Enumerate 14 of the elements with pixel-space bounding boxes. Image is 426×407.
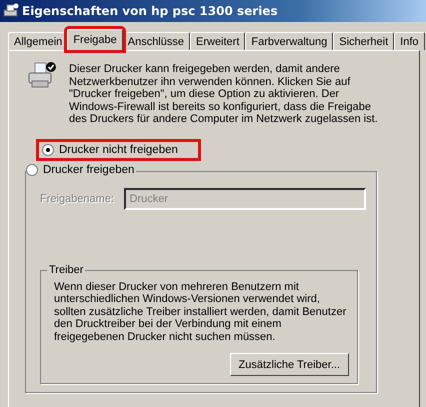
drivers-description: Wenn dieser Drucker von mehreren Benutzern mit unterschiedlichen Windows-Versionen verwendet wird, sollten zusätzliche Treiber installiert werden, damit Benutzer den Drucktreiber bei der Verbindung mit einem freigegebenen Drucker nicht suchen müssen. [54,280,348,343]
group-title: Treiber [47,264,86,276]
tab[interactable]: Sicherheit [333,32,394,50]
tab[interactable]: Farbverwaltung [245,32,334,50]
share-name-label: Freigabename: [40,192,115,204]
additional-drivers-button[interactable]: Zusätzliche Treiber... [230,353,349,376]
radio-option[interactable]: Drucker freigeben [26,164,136,176]
printer-icon [3,3,19,19]
sharing-description: Dieser Drucker kann freigegeben werden, damit andere Netzwerkbenutzer ihn verwenden können. Klicken Sie auf "Drucker freigeben", um diese Option zu aktivieren. Der Windows-Firewall ist bereits so konfiguriert, dass die Freigabe des Druckers für andere Computer im Netzwerk zugelassen ist. [69,63,379,126]
radio-option[interactable]: Drucker nicht freigeben [39,142,198,158]
tab[interactable]: Info [394,32,425,50]
tab[interactable]: Erweitert [190,32,246,50]
window-title: Eigenschaften von hp psc 1300 series [22,4,278,18]
tab[interactable]: Freigabe [67,29,123,50]
